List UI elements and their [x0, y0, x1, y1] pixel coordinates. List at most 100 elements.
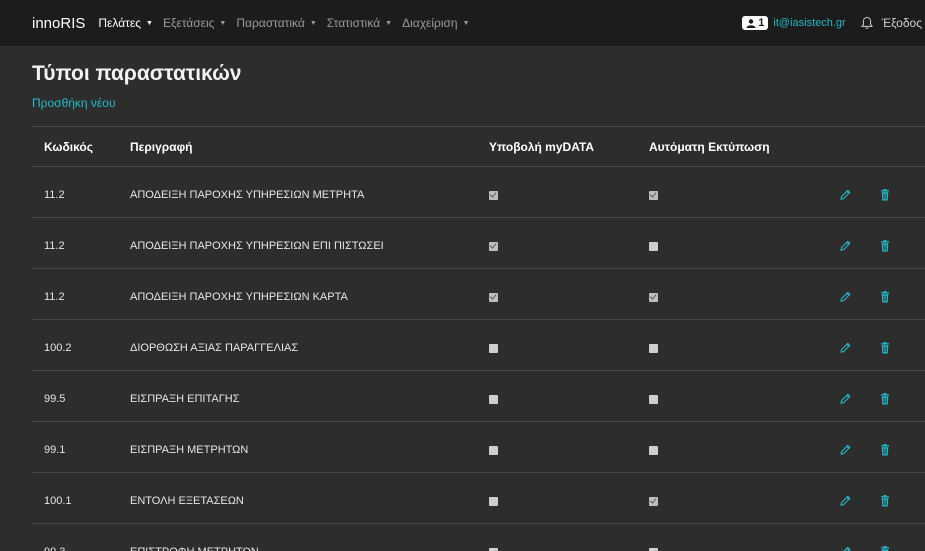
cell-description: ΑΠΟΔΕΙΞΗ ΠΑΡΟΧΗΣ ΥΠΗΡΕΣΙΩΝ ΜΕΤΡΗΤΑ	[130, 189, 365, 201]
caret-down-icon: ▼	[309, 19, 317, 27]
nav-menu-label: Διαχείριση	[402, 16, 458, 30]
mydata-checkbox[interactable]	[489, 241, 498, 251]
mydata-checkbox[interactable]	[489, 547, 498, 551]
cell-code: 100.2	[44, 342, 72, 354]
autoprint-checkbox[interactable]	[649, 343, 658, 353]
autoprint-checkbox[interactable]	[649, 496, 658, 506]
delete-button[interactable]	[878, 269, 892, 319]
nav-menu-label: Εξετάσεις	[162, 16, 215, 30]
caret-down-icon: ▼	[462, 19, 470, 27]
edit-button[interactable]	[838, 473, 852, 523]
pencil-icon	[840, 393, 851, 404]
nav-menu-statistics[interactable]: Στατιστικά ▼	[327, 16, 392, 30]
navbar-user-area: 1 it@iasistech.gr Έξοδος	[742, 0, 925, 46]
delete-button[interactable]	[878, 167, 892, 217]
delete-button[interactable]	[878, 524, 892, 551]
column-header-autoprint[interactable]: Αυτόματη Εκτύπωση	[649, 127, 770, 166]
cell-description: ΕΝΤΟΛΗ ΕΞΕΤΑΣΕΩΝ	[130, 495, 244, 507]
mydata-checkbox[interactable]	[489, 496, 498, 506]
trash-icon	[881, 546, 889, 551]
cell-autoprint	[649, 473, 658, 523]
column-header-mydata[interactable]: Υποβολή myDATA	[489, 127, 594, 166]
cell-description: ΔΙΟΡΘΩΣΗ ΑΞΙΑΣ ΠΑΡΑΓΓΕΛΙΑΣ	[130, 342, 299, 354]
nav-menu-admin[interactable]: Διαχείριση ▼	[402, 16, 469, 30]
trash-icon	[881, 495, 889, 507]
cell-description: ΕΙΣΠΡΑΞΗ ΜΕΤΡΗΤΩΝ	[130, 444, 249, 456]
table-row: 11.2 ΑΠΟΔΕΙΞΗ ΠΑΡΟΧΗΣ ΥΠΗΡΕΣΙΩΝ ΜΕΤΡΗΤΑ	[32, 166, 925, 217]
autoprint-checkbox[interactable]	[649, 241, 658, 251]
user-badge-count: 1	[758, 17, 765, 29]
table-row: 99.3 ΕΠΙΣΤΡΟΦΗ ΜΕΤΡΗΤΩΝ	[32, 523, 925, 551]
caret-down-icon: ▼	[385, 19, 393, 27]
cell-mydata	[489, 422, 498, 472]
edit-button[interactable]	[838, 269, 852, 319]
autoprint-checkbox[interactable]	[649, 394, 658, 404]
table-row: 11.2 ΑΠΟΔΕΙΞΗ ΠΑΡΟΧΗΣ ΥΠΗΡΕΣΙΩΝ ΕΠΙ ΠΙΣΤΩ…	[32, 217, 925, 268]
nav-menu-label: Παραστατικά	[236, 16, 305, 30]
cell-mydata	[489, 473, 498, 523]
delete-button[interactable]	[878, 218, 892, 268]
delete-button[interactable]	[878, 422, 892, 472]
nav-menu-label: Πελάτες	[98, 16, 142, 30]
edit-button[interactable]	[838, 371, 852, 421]
cell-code: 99.5	[44, 393, 66, 405]
cell-mydata	[489, 320, 498, 370]
nav-menu-label: Στατιστικά	[326, 16, 381, 30]
cell-mydata	[489, 167, 498, 217]
nav-menu-customers[interactable]: Πελάτες ▼	[98, 16, 153, 30]
trash-icon	[881, 393, 889, 405]
column-header-code[interactable]: Κωδικός	[44, 127, 93, 166]
column-header-description[interactable]: Περιγραφή	[130, 127, 193, 166]
table-row: 99.5 ΕΙΣΠΡΑΞΗ ΕΠΙΤΑΓΗΣ	[32, 370, 925, 421]
cell-autoprint	[649, 524, 658, 551]
cell-autoprint	[649, 167, 658, 217]
cell-mydata	[489, 371, 498, 421]
table-row: 11.2 ΑΠΟΔΕΙΞΗ ΠΑΡΟΧΗΣ ΥΠΗΡΕΣΙΩΝ ΚΑΡΤΑ	[32, 268, 925, 319]
mydata-checkbox[interactable]	[489, 445, 498, 455]
cell-description: ΕΠΙΣΤΡΟΦΗ ΜΕΤΡΗΤΩΝ	[130, 524, 259, 551]
trash-icon	[881, 291, 889, 303]
cell-autoprint	[649, 320, 658, 370]
cell-mydata	[489, 218, 498, 268]
pencil-icon	[840, 291, 851, 302]
cell-code: 11.2	[44, 240, 65, 252]
user-icon	[746, 18, 756, 28]
user-badge[interactable]: 1	[742, 16, 769, 30]
table-row: 99.1 ΕΙΣΠΡΑΞΗ ΜΕΤΡΗΤΩΝ	[32, 421, 925, 472]
delete-button[interactable]	[878, 371, 892, 421]
pencil-icon	[840, 495, 851, 506]
document-types-table: Κωδικός Περιγραφή Υποβολή myDATA Αυτόματ…	[32, 126, 925, 551]
add-new-link[interactable]: Προσθήκη νέου	[32, 96, 116, 110]
brand-logo[interactable]: innoRIS	[32, 15, 85, 32]
cell-autoprint	[649, 422, 658, 472]
autoprint-checkbox[interactable]	[649, 445, 658, 455]
edit-button[interactable]	[838, 524, 852, 551]
delete-button[interactable]	[878, 473, 892, 523]
mydata-checkbox[interactable]	[489, 292, 498, 302]
autoprint-checkbox[interactable]	[649, 190, 658, 200]
edit-button[interactable]	[838, 422, 852, 472]
autoprint-checkbox[interactable]	[649, 547, 658, 551]
nav-menu-exams[interactable]: Εξετάσεις ▼	[163, 16, 226, 30]
mydata-checkbox[interactable]	[489, 190, 498, 200]
edit-button[interactable]	[838, 167, 852, 217]
nav-menu-documents[interactable]: Παραστατικά ▼	[236, 16, 316, 30]
pencil-icon	[843, 546, 851, 551]
mydata-checkbox[interactable]	[489, 343, 498, 353]
autoprint-checkbox[interactable]	[649, 292, 658, 302]
logout-link[interactable]: Έξοδος	[882, 16, 922, 30]
mydata-checkbox[interactable]	[489, 394, 498, 404]
table-row: 100.2 ΔΙΟΡΘΩΣΗ ΑΞΙΑΣ ΠΑΡΑΓΓΕΛΙΑΣ	[32, 319, 925, 370]
cell-code: 100.1	[44, 495, 72, 507]
user-email-link[interactable]: it@iasistech.gr	[773, 17, 845, 29]
edit-button[interactable]	[838, 218, 852, 268]
trash-icon	[881, 189, 889, 201]
edit-button[interactable]	[838, 320, 852, 370]
cell-autoprint	[649, 269, 658, 319]
table-row: 100.1 ΕΝΤΟΛΗ ΕΞΕΤΑΣΕΩΝ	[32, 472, 925, 523]
bell-icon[interactable]	[860, 16, 874, 30]
table-body: 11.2 ΑΠΟΔΕΙΞΗ ΠΑΡΟΧΗΣ ΥΠΗΡΕΣΙΩΝ ΜΕΤΡΗΤΑ 11…	[32, 166, 925, 551]
delete-button[interactable]	[878, 320, 892, 370]
cell-autoprint	[649, 218, 658, 268]
cell-mydata	[489, 524, 498, 551]
